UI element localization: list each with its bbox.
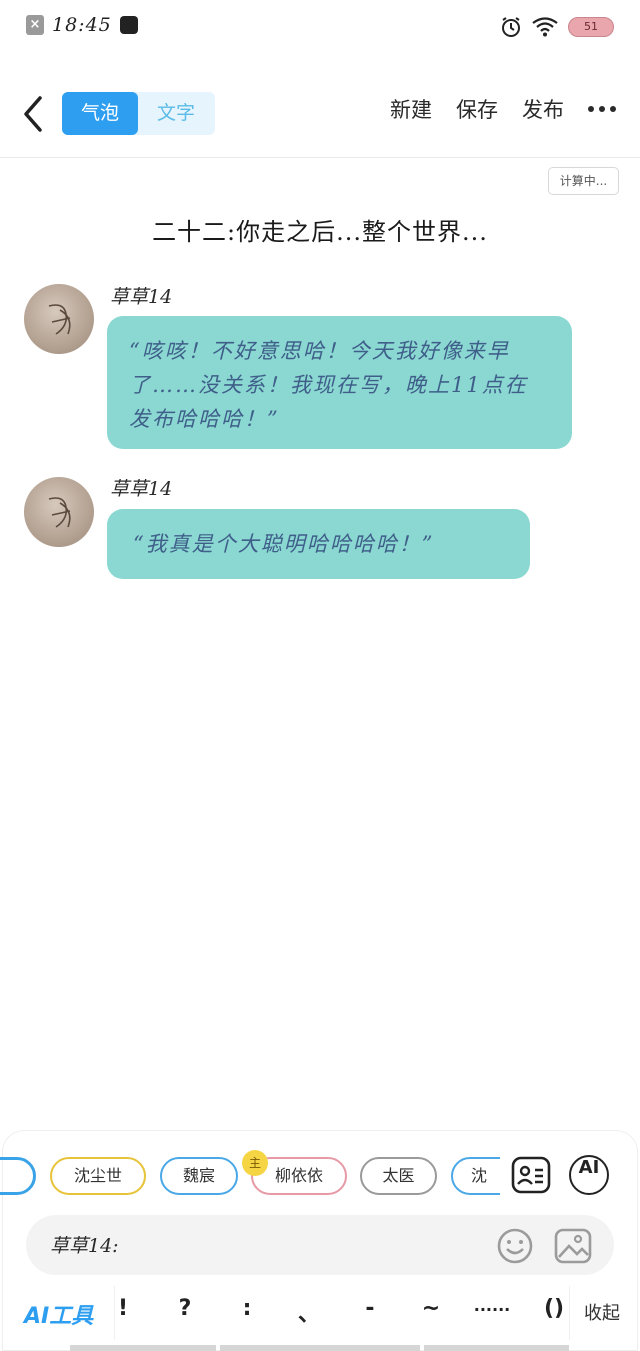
tab-text[interactable]: 文字	[138, 92, 214, 135]
alarm-icon	[502, 17, 520, 37]
punct-button[interactable]: ......	[470, 1296, 514, 1315]
scroll-indicator	[424, 1345, 569, 1351]
status-bar: × 18:45 51	[0, 0, 640, 56]
character-chip-partial[interactable]	[0, 1157, 36, 1195]
character-card-icon[interactable]	[511, 1155, 551, 1195]
image-icon[interactable]	[554, 1227, 592, 1265]
more-options-icon[interactable]	[588, 105, 616, 113]
punct-button[interactable]: ()	[537, 1296, 571, 1321]
tab-bubble[interactable]: 气泡	[62, 92, 138, 135]
sender-name: 草草14	[110, 286, 173, 308]
chat-bubble[interactable]: “咳咳！不好意思哈！今天我好像来早了……没关系！我现在写，晚上11点在发布哈哈哈…	[107, 316, 572, 449]
collapse-button[interactable]: 收起	[584, 1299, 620, 1325]
punct-button[interactable]: !	[108, 1296, 138, 1321]
chat-bubble[interactable]: “我真是个大聪明哈哈哈哈！”	[107, 509, 530, 579]
avatar[interactable]	[24, 477, 94, 547]
status-time: 18:45	[52, 14, 112, 36]
character-chip[interactable]: 魏宸	[160, 1157, 238, 1195]
character-chip[interactable]: 沈尘世	[50, 1157, 146, 1195]
scroll-indicator	[220, 1345, 420, 1351]
word-count-badge: 计算中...	[548, 167, 619, 195]
back-arrow-icon[interactable]	[14, 92, 54, 136]
punct-button[interactable]: 、	[294, 1296, 324, 1328]
host-badge: 主	[242, 1150, 268, 1176]
new-button[interactable]: 新建	[390, 94, 432, 124]
editor-header: 气泡 文字 新建 保存 发布	[0, 80, 640, 146]
ai-tools-button[interactable]: AI工具	[24, 1298, 93, 1330]
scroll-indicator	[70, 1345, 216, 1351]
character-chip[interactable]: 太医	[360, 1157, 437, 1195]
character-chip[interactable]: 沈	[451, 1157, 500, 1195]
story-title[interactable]: 二十二:你走之后...整个世界...	[0, 212, 640, 247]
ai-assistant-button[interactable]: AI	[569, 1155, 609, 1195]
battery-indicator: 51	[568, 17, 614, 37]
bottom-toolbar: AI工具 ! ? : 、 - ~ ...... () 收起	[0, 1286, 640, 1340]
save-button[interactable]: 保存	[456, 94, 498, 124]
avatar[interactable]	[24, 284, 94, 354]
punct-button[interactable]: ~	[416, 1296, 446, 1321]
punct-button[interactable]: :	[232, 1296, 262, 1321]
dialogue-input[interactable]: 草草14:	[26, 1215, 614, 1275]
wifi-icon	[532, 17, 558, 37]
dialogue-input-value[interactable]: 草草14:	[50, 1231, 119, 1258]
emoji-icon[interactable]	[496, 1227, 534, 1265]
header-divider	[0, 157, 640, 158]
message-notification-icon	[119, 16, 138, 34]
punct-button[interactable]: ?	[170, 1296, 200, 1321]
sender-name: 草草14	[110, 478, 173, 500]
close-notification-icon: ×	[26, 15, 44, 35]
publish-button[interactable]: 发布	[522, 94, 564, 124]
punctuation-bar: ! ? : 、 - ~ ...... ()	[114, 1286, 570, 1340]
punct-button[interactable]: -	[355, 1296, 385, 1321]
mode-switch: 气泡 文字	[62, 92, 215, 135]
